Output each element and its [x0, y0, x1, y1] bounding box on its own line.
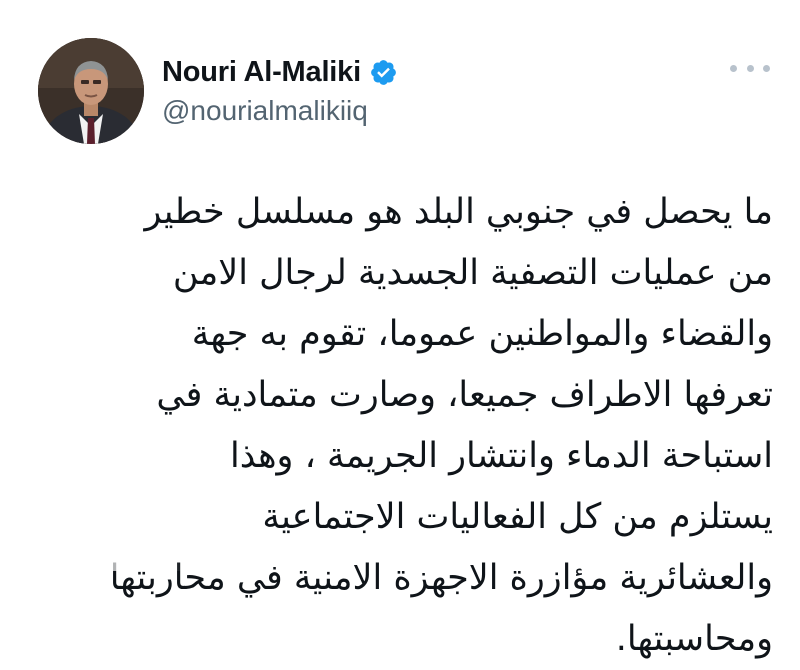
tweet-line: ما يحصل في جنوبي البلد هو مسلسل خطير — [144, 192, 773, 232]
tweet-line: تعرفها الاطراف جميعا، وصارت متمادية في — [156, 375, 773, 415]
author-display-name[interactable]: Nouri Al-Maliki — [162, 56, 361, 89]
tweet-line: والقضاء والمواطنين عموما، تقوم به جهة — [191, 314, 773, 354]
tweet-line: استباحة الدماء وانتشار الجريمة ، وهذا — [230, 436, 773, 476]
tweet-line: ومحاسبتها. — [615, 619, 773, 659]
author-handle[interactable]: @nourialmalikiiq — [162, 95, 368, 127]
author-name-row: Nouri Al-Maliki — [162, 52, 398, 92]
tweet-line: من عمليات التصفية الجسدية لرجال الامن — [172, 253, 773, 293]
image-smudge — [44, 537, 184, 571]
more-options-icon[interactable] — [730, 58, 770, 78]
verified-badge-icon — [369, 58, 398, 87]
more-dot — [746, 64, 754, 72]
author-avatar[interactable] — [38, 38, 144, 144]
tweet-text: ما يحصل في جنوبي البلد هو مسلسل خطير من … — [33, 182, 773, 670]
tweet-card: Nouri Al-Maliki @nourialmalikiiq ما يحصل… — [0, 0, 800, 669]
avatar-photo — [38, 38, 144, 144]
more-dot — [763, 64, 770, 72]
more-dot — [730, 64, 737, 72]
